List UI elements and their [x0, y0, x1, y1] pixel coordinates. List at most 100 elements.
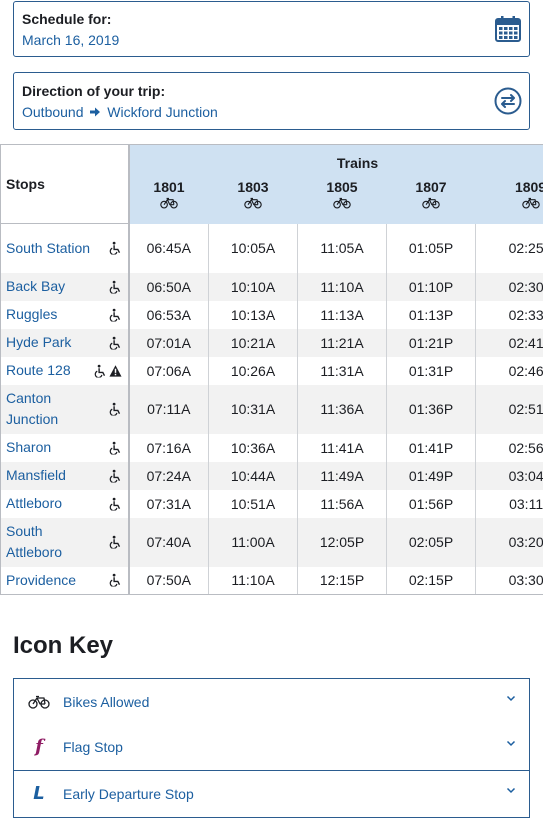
- alert-icon: [108, 364, 122, 377]
- departure-time: 07:40A: [128, 517, 209, 567]
- departure-time: 10:31A: [208, 384, 298, 434]
- stop-icons: [109, 336, 122, 349]
- stop-name-link[interactable]: South Station: [6, 238, 94, 259]
- stop-cell: Canton Junction: [0, 384, 130, 434]
- train-number: 1801: [153, 178, 185, 195]
- stop-name-link[interactable]: Mansfield: [6, 465, 94, 486]
- table-row: Sharon 07:16A10:36A11:41A01:41P02:56P: [0, 433, 543, 462]
- train-number: 1807: [415, 178, 447, 195]
- schedule-table: Stops Trains 1801 1803 1805 1807 1809 South …: [0, 144, 543, 595]
- table-row: Back Bay 06:50A10:10A11:10A01:10P02:30P: [0, 272, 543, 301]
- stop-name-link[interactable]: Ruggles: [6, 304, 94, 325]
- departure-time: 07:11A: [128, 384, 209, 434]
- accessible-icon: [109, 574, 120, 587]
- departure-time: 01:56P: [386, 489, 476, 518]
- calendar-icon[interactable]: [494, 15, 522, 43]
- stop-cell: South Attleboro: [0, 517, 130, 567]
- schedule-table-container[interactable]: Stops Trains 1801 1803 1805 1807 1809 South …: [0, 144, 543, 595]
- train-header: 1805: [297, 172, 387, 224]
- stop-icons: [109, 242, 122, 255]
- schedule-date-selector[interactable]: Schedule for: March 16, 2019: [13, 1, 530, 57]
- train-number: 1803: [237, 178, 269, 195]
- direction-to: Wickford Junction: [107, 104, 218, 120]
- stop-icons: [109, 574, 122, 587]
- departure-time: 01:05P: [386, 223, 476, 273]
- swap-direction-icon[interactable]: [494, 87, 522, 115]
- departure-time: 11:00A: [208, 517, 298, 567]
- departure-time: 11:56A: [297, 489, 387, 518]
- departure-time: 07:24A: [128, 461, 209, 490]
- departure-time: 11:49A: [297, 461, 387, 490]
- stop-cell: Attleboro: [0, 489, 130, 518]
- stop-name-link[interactable]: Hyde Park: [6, 332, 94, 353]
- arrow-right-icon: [90, 107, 101, 117]
- icon-key-early-departure[interactable]: L Early Departure Stop: [13, 771, 530, 818]
- stop-name-link[interactable]: Attleboro: [6, 493, 94, 514]
- bike-icon: [422, 197, 440, 208]
- bike-icon: [160, 197, 178, 208]
- departure-time: 11:36A: [297, 384, 387, 434]
- departure-time: 03:20P: [474, 517, 543, 567]
- stop-icons: [109, 402, 122, 416]
- departure-time: 11:41A: [297, 433, 387, 462]
- stop-name-link[interactable]: Sharon: [6, 437, 94, 458]
- departure-time: 03:04P: [474, 461, 543, 490]
- train-number: 1805: [326, 178, 358, 195]
- table-row: Attleboro 07:31A10:51A11:56A01:56P03:11P: [0, 489, 543, 518]
- departure-time: 02:05P: [386, 517, 476, 567]
- departure-time: 03:11P: [474, 489, 543, 518]
- direction-value[interactable]: Outbound Wickford Junction: [22, 104, 218, 120]
- accessible-icon: [109, 402, 120, 416]
- departure-time: 11:13A: [297, 300, 387, 329]
- stop-cell: South Station: [0, 223, 130, 273]
- schedule-for-label: Schedule for:: [22, 11, 112, 27]
- departure-time: 01:31P: [386, 356, 476, 385]
- train-header: 1803: [208, 172, 298, 224]
- accessible-icon: [109, 469, 120, 482]
- stop-name-link[interactable]: South Attleboro: [6, 521, 94, 563]
- departure-time: 10:21A: [208, 328, 298, 357]
- accessible-icon: [109, 535, 120, 549]
- departure-time: 02:51P: [474, 384, 543, 434]
- flag-stop-icon: f: [35, 736, 43, 757]
- icon-key-flag-stop[interactable]: f Flag Stop: [13, 724, 530, 771]
- departure-time: 02:33P: [474, 300, 543, 329]
- departure-time: 07:06A: [128, 356, 209, 385]
- early-departure-label: Early Departure Stop: [63, 786, 194, 802]
- stop-name-link[interactable]: Back Bay: [6, 276, 94, 297]
- departure-time: 01:13P: [386, 300, 476, 329]
- departure-time: 11:05A: [297, 223, 387, 273]
- stop-icons: [94, 364, 122, 377]
- departure-time: 11:10A: [297, 272, 387, 301]
- early-departure-icon: L: [33, 783, 45, 804]
- stop-name-link[interactable]: Route 128: [6, 360, 94, 381]
- direction-selector[interactable]: Direction of your trip: Outbound Wickfor…: [13, 72, 530, 130]
- bike-icon: [244, 197, 262, 208]
- accessible-icon: [109, 497, 120, 510]
- stop-cell: Sharon: [0, 433, 130, 462]
- departure-time: 06:50A: [128, 272, 209, 301]
- stop-icons: [109, 308, 122, 321]
- train-header: 1807: [386, 172, 476, 224]
- bike-icon: [521, 197, 540, 208]
- stop-name-link[interactable]: Providence: [6, 570, 94, 591]
- departure-time: 12:05P: [297, 517, 387, 567]
- accessible-icon: [109, 242, 120, 255]
- table-row: Mansfield 07:24A10:44A11:49A01:49P03:04P: [0, 461, 543, 490]
- stop-name-link[interactable]: Canton Junction: [6, 388, 94, 430]
- departure-time: 10:13A: [208, 300, 298, 329]
- departure-time: 06:53A: [128, 300, 209, 329]
- stop-icons: [109, 441, 122, 454]
- schedule-date-value[interactable]: March 16, 2019: [22, 32, 119, 48]
- chevron-down-icon: [506, 695, 516, 702]
- departure-time: 11:21A: [297, 328, 387, 357]
- stops-header: Stops: [0, 144, 130, 224]
- departure-time: 02:25P: [474, 223, 543, 273]
- accessible-icon: [94, 364, 105, 377]
- table-row: South Attleboro 07:40A 11:00A 12:05P 02:05P 0…: [0, 517, 543, 567]
- icon-key-bikes-allowed[interactable]: Bikes Allowed: [13, 678, 530, 725]
- departure-time: 07:31A: [128, 489, 209, 518]
- departure-time: 01:21P: [386, 328, 476, 357]
- departure-time: 01:10P: [386, 272, 476, 301]
- departure-time: 02:41P: [474, 328, 543, 357]
